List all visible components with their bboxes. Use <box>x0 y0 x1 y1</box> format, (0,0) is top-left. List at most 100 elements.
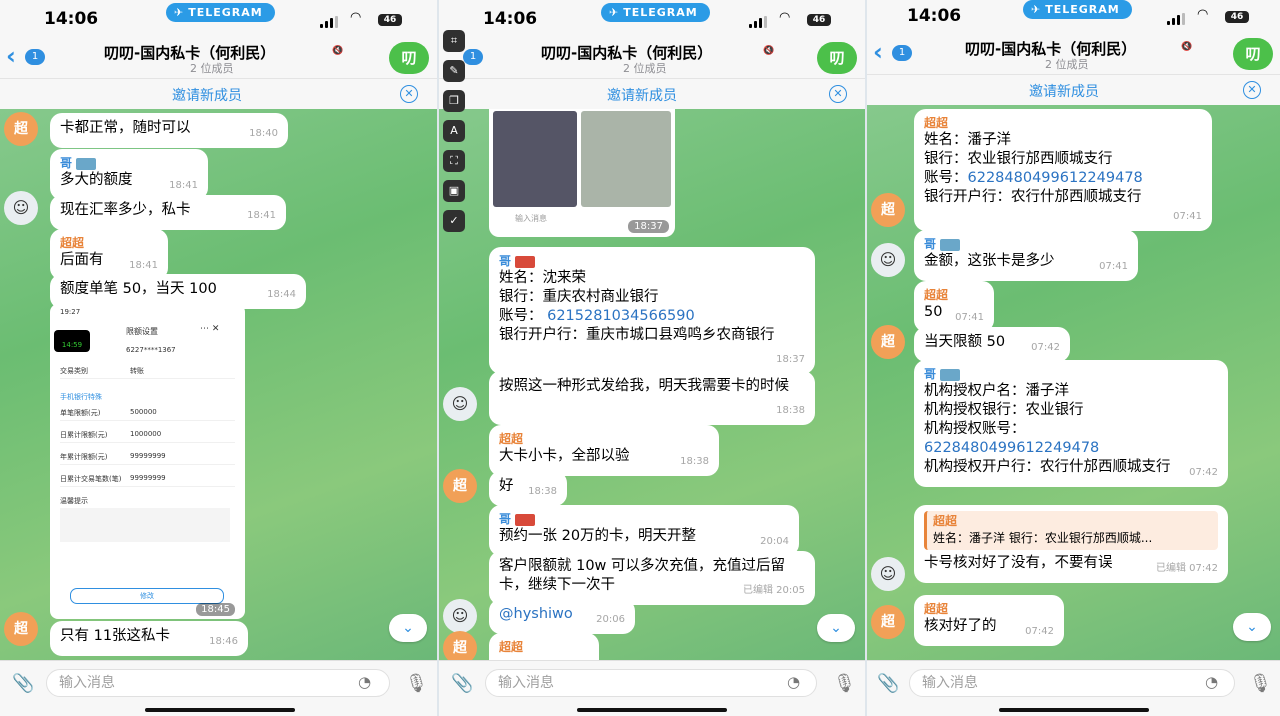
reply-quote[interactable]: 超超 姓名：潘子洋 银行：农业银行邡西顺城... <box>924 511 1218 550</box>
mute-icon: 🔇 <box>1181 42 1193 52</box>
sender-badge-icon <box>515 513 536 526</box>
wifi-icon: ◠ <box>350 10 362 25</box>
battery-icon: 46 <box>1225 11 1249 23</box>
avatar-ge[interactable]: ☺ <box>443 599 477 633</box>
chat-header: 1 叨叨-国内私卡（何利民） 🔇 2 位成员 叨 <box>439 38 865 78</box>
close-icon[interactable]: ✕ <box>1243 81 1261 99</box>
attach-icon[interactable]: 📎 <box>12 673 34 694</box>
text-tool-icon[interactable]: A <box>443 120 465 142</box>
scroll-down-button[interactable]: ⌄ <box>1233 613 1271 641</box>
avatar-chaochao[interactable]: 超 <box>4 112 38 146</box>
back-chevron-icon[interactable]: ‹ <box>873 40 883 64</box>
chat-area[interactable]: 超超 姓名：潘子洋 银行：农业银行邡西顺城支行 账号：6228480499612… <box>867 105 1280 661</box>
sender-badge-icon <box>940 238 961 251</box>
message-bubble[interactable]: 超超 姓名：潘子洋 银行：农业银行邡西顺城... 卡号核对好了没有，不要有误 已编… <box>914 505 1228 583</box>
sender-name: 超超 <box>499 432 524 446</box>
more-icon: ⋯ ✕ <box>200 324 220 334</box>
status-bar: 14:06 ✈ TELEGRAM ◠ 46 <box>0 0 437 38</box>
message-bubble[interactable]: 超超 核对好了的 07:42 <box>914 595 1064 646</box>
message-bubble[interactable]: 哥 多大的额度 18:41 <box>50 149 208 200</box>
message-bubble[interactable]: 按照这一种形式发给我，明天我需要卡的时候 18:38 <box>489 371 815 425</box>
screenshot-image-message[interactable]: 19:27 14:59 限额设置 ⋯ ✕ 6227****1367 交易类别 转账… <box>50 304 245 619</box>
member-count: 2 位成员 <box>1045 58 1089 71</box>
avatar-chaochao[interactable]: 超 <box>871 193 905 227</box>
group-avatar[interactable]: 叨 <box>1233 38 1273 70</box>
authorization-message[interactable]: 哥 机构授权户名：潘子洋 机构授权银行：农业银行 机构授权账号： 6228480… <box>914 360 1228 487</box>
avatar-ge[interactable]: ☺ <box>871 243 905 277</box>
chat-area[interactable]: 超 卡都正常，随时可以 18:40 哥 多大的额度 18:41 ☺ 现在汇率多少，私… <box>0 109 437 661</box>
message-bubble[interactable]: 超超 大卡小卡，全部以验 18:38 <box>489 425 719 476</box>
avatar-ge[interactable]: ☺ <box>4 191 38 225</box>
chat-area[interactable]: 输入消息 18:37 哥 姓名：沈来荣 银行：重庆农村商业银行 账号： 6215… <box>439 109 865 661</box>
sender-name: 哥 <box>499 511 789 527</box>
close-icon[interactable]: ✕ <box>400 85 418 103</box>
back-chevron-icon[interactable]: ‹ <box>6 44 16 68</box>
avatar-ge[interactable]: ☺ <box>871 557 905 591</box>
photo-message[interactable]: 输入消息 18:37 <box>489 109 675 237</box>
status-time: 14:06 <box>44 9 99 29</box>
invite-members-link[interactable]: 邀请新成员 <box>607 85 677 105</box>
group-avatar[interactable]: 叨 <box>389 42 429 74</box>
status-time: 14:06 <box>483 9 538 29</box>
message-bubble[interactable]: 超超 后面有 18:41 <box>50 229 168 280</box>
battery-icon: 46 <box>378 14 402 26</box>
mic-icon[interactable]: 🎙 <box>1249 673 1272 694</box>
message-bubble[interactable]: @hyshiwo 20:06 <box>489 599 635 634</box>
wifi-icon: ◠ <box>1197 7 1209 22</box>
avatar-chaochao[interactable]: 超 <box>871 325 905 359</box>
telegram-plane-icon: ✈ <box>1031 3 1042 16</box>
avatar-chaochao[interactable]: 超 <box>4 612 38 646</box>
telegram-pill[interactable]: ✈ TELEGRAM <box>166 3 275 22</box>
input-bar: 📎 输入消息 ◔ 🎙 <box>439 660 865 716</box>
phone-panel-3: 14:06 ✈ TELEGRAM ◠ 46 ‹ 1 叨叨-国内私卡（何利民） 🔇 … <box>867 0 1280 716</box>
attach-icon[interactable]: 📎 <box>877 673 899 694</box>
avatar-chaochao[interactable]: 超 <box>871 605 905 639</box>
telegram-pill[interactable]: ✈ TELEGRAM <box>601 3 710 22</box>
invite-members-link[interactable]: 邀请新成员 <box>172 85 242 105</box>
account-number: 6215281034566590 <box>547 308 695 324</box>
message-bubble[interactable]: 客户限额就 10w 可以多次充值，充值过后留卡，继续下一次干 已编辑 20:05 <box>489 551 815 605</box>
message-bubble[interactable]: 超超 50 07:41 <box>914 281 994 332</box>
avatar-chaochao[interactable]: 超 <box>443 469 477 503</box>
group-avatar[interactable]: 叨 <box>817 42 857 74</box>
message-input[interactable]: 输入消息 <box>485 669 817 697</box>
copy-icon[interactable]: ❐ <box>443 90 465 112</box>
invite-members-link[interactable]: 邀请新成员 <box>1029 81 1099 101</box>
mic-icon[interactable]: 🎙 <box>405 673 428 694</box>
message-bubble[interactable]: 超超 <box>489 633 599 661</box>
message-bubble[interactable]: 哥 金额，这张卡是多少 07:41 <box>914 230 1138 281</box>
message-input[interactable]: 输入消息 <box>46 669 390 697</box>
crop-icon[interactable]: ⌗ <box>443 30 465 52</box>
card-info-message[interactable]: 哥 姓名：沈来荣 银行：重庆农村商业银行 账号： 621528103456659… <box>489 247 815 374</box>
message-bubble[interactable]: 只有 11张这私卡 18:46 <box>50 621 248 656</box>
draw-icon[interactable]: ✎ <box>443 60 465 82</box>
sender-name: 超超 <box>499 640 524 654</box>
avatar-chaochao[interactable]: 超 <box>443 631 477 661</box>
account-number: 6228480499612249478 <box>967 170 1143 186</box>
mic-icon[interactable]: 🎙 <box>833 673 856 694</box>
check-icon[interactable]: ✓ <box>443 210 465 232</box>
message-bubble[interactable]: 好 18:38 <box>489 471 567 506</box>
sender-name: 哥 <box>924 366 1218 382</box>
wifi-icon: ◠ <box>779 10 791 25</box>
message-bubble[interactable]: 当天限额 50 07:42 <box>914 327 1070 362</box>
message-input[interactable]: 输入消息 <box>909 669 1235 697</box>
invite-banner: 邀请新成员 ✕ <box>867 74 1280 106</box>
home-indicator <box>999 708 1149 712</box>
image-icon[interactable]: ▣ <box>443 180 465 202</box>
mute-icon: 🔇 <box>763 46 775 56</box>
attach-icon[interactable]: 📎 <box>451 673 473 694</box>
sender-name: 哥 <box>60 155 198 171</box>
telegram-pill[interactable]: ✈ TELEGRAM <box>1023 0 1132 19</box>
frame-icon[interactable]: ⛶ <box>443 150 465 172</box>
close-icon[interactable]: ✕ <box>829 85 847 103</box>
sender-name: 超超 <box>924 288 949 302</box>
message-bubble[interactable]: 卡都正常，随时可以 18:40 <box>50 113 288 148</box>
scroll-down-button[interactable]: ⌄ <box>817 614 855 642</box>
avatar-ge[interactable]: ☺ <box>443 387 477 421</box>
card-info-message[interactable]: 超超 姓名：潘子洋 银行：农业银行邡西顺城支行 账号：6228480499612… <box>914 109 1212 231</box>
message-bubble[interactable]: 现在汇率多少，私卡 18:41 <box>50 195 286 230</box>
scroll-down-button[interactable]: ⌄ <box>389 614 427 642</box>
edit-toolbar: ⌗ ✎ ❐ A ⛶ ▣ ✓ <box>443 30 467 240</box>
message-bubble[interactable]: 哥 预约一张 20万的卡，明天开整 20:04 <box>489 505 799 556</box>
